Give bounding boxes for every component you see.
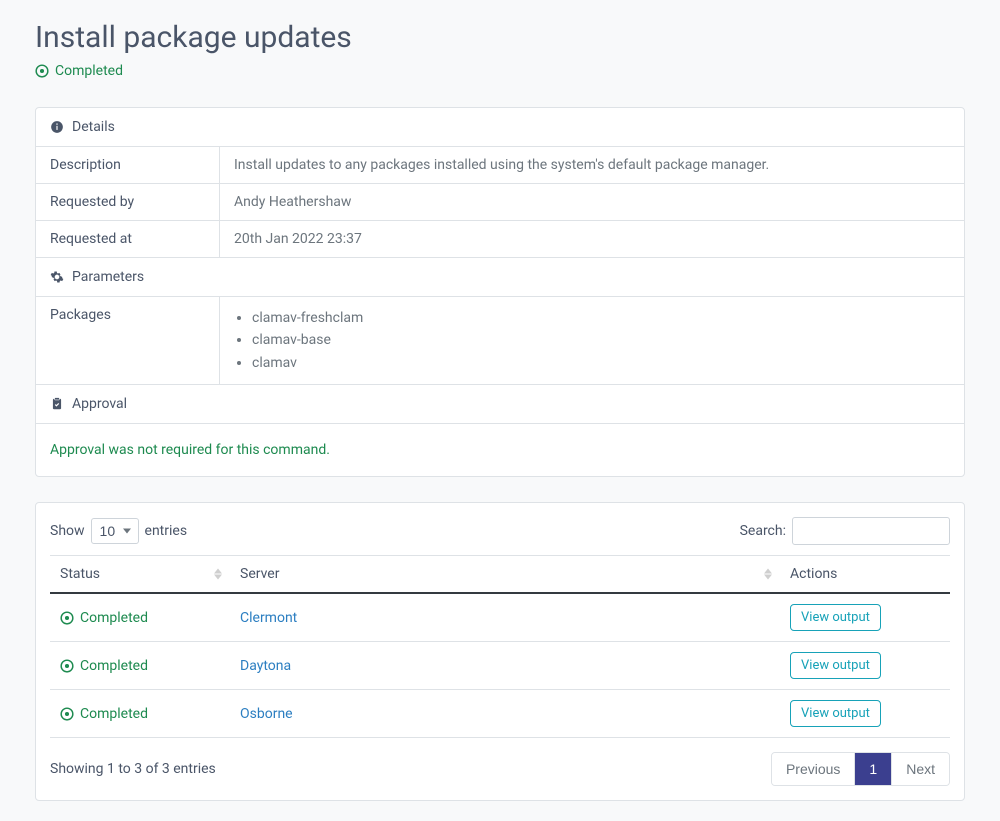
detail-value: clamav-freshclamclamav-baseclamav (220, 297, 964, 384)
server-link[interactable]: Daytona (240, 658, 291, 674)
show-prefix: Show (50, 523, 85, 539)
details-panel: Details Description Install updates to a… (35, 107, 965, 477)
table-row: Completed Daytona View output (50, 642, 950, 690)
approval-message: Approval was not required for this comma… (36, 424, 964, 476)
page-status-label: Completed (55, 63, 123, 79)
results-panel: Show 10 entries Search: Status (35, 502, 965, 801)
detail-label: Packages (36, 297, 220, 384)
search-label: Search: (740, 523, 786, 539)
status-cell: Completed (60, 610, 220, 626)
check-circle-icon (35, 64, 49, 78)
view-output-button[interactable]: View output (790, 652, 881, 679)
details-header: Details (36, 108, 964, 147)
col-server[interactable]: Server (230, 556, 780, 594)
table-info: Showing 1 to 3 of 3 entries (50, 761, 216, 777)
col-actions: Actions (780, 556, 950, 594)
search-input[interactable] (792, 517, 950, 545)
server-link[interactable]: Clermont (240, 610, 297, 626)
parameters-title: Parameters (72, 269, 144, 285)
details-title: Details (72, 119, 115, 135)
package-item: clamav-base (252, 329, 950, 351)
next-button[interactable]: Next (892, 753, 949, 785)
table-row: Completed Osborne View output (50, 690, 950, 738)
sort-icon (764, 569, 772, 580)
show-suffix: entries (145, 523, 188, 539)
prev-button[interactable]: Previous (772, 753, 855, 785)
results-table: Status Server Actions Completed Clermont V… (50, 555, 950, 738)
detail-label: Requested by (36, 184, 220, 220)
parameters-header: Parameters (36, 258, 964, 297)
detail-label: Requested at (36, 221, 220, 257)
packages-list: clamav-freshclamclamav-baseclamav (234, 307, 950, 374)
package-item: clamav (252, 352, 950, 374)
check-circle-icon (60, 611, 74, 625)
col-status[interactable]: Status (50, 556, 230, 594)
package-item: clamav-freshclam (252, 307, 950, 329)
detail-value: Install updates to any packages installe… (220, 147, 964, 183)
detail-row-packages: Packages clamav-freshclamclamav-baseclam… (36, 297, 964, 385)
clipboard-check-icon (50, 397, 64, 411)
status-cell: Completed (60, 658, 220, 674)
gear-icon (50, 270, 64, 284)
status-cell: Completed (60, 706, 220, 722)
view-output-button[interactable]: View output (790, 604, 881, 631)
pagination: Previous 1 Next (771, 752, 950, 786)
check-circle-icon (60, 659, 74, 673)
table-row: Completed Clermont View output (50, 593, 950, 642)
detail-row-requested-at: Requested at 20th Jan 2022 23:37 (36, 221, 964, 258)
server-link[interactable]: Osborne (240, 706, 293, 722)
check-circle-icon (60, 707, 74, 721)
approval-title: Approval (72, 396, 127, 412)
page-status: Completed (35, 63, 965, 79)
page-title: Install package updates (35, 20, 965, 55)
detail-label: Description (36, 147, 220, 183)
detail-value: 20th Jan 2022 23:37 (220, 221, 964, 257)
approval-header: Approval (36, 385, 964, 424)
entries-select[interactable]: 10 (91, 518, 139, 544)
detail-value: Andy Heathershaw (220, 184, 964, 220)
info-icon (50, 120, 64, 134)
show-entries: Show 10 entries (50, 518, 187, 544)
view-output-button[interactable]: View output (790, 700, 881, 727)
page-1-button[interactable]: 1 (855, 753, 892, 785)
sort-icon (214, 569, 222, 580)
detail-row-description: Description Install updates to any packa… (36, 147, 964, 184)
detail-row-requested-by: Requested by Andy Heathershaw (36, 184, 964, 221)
